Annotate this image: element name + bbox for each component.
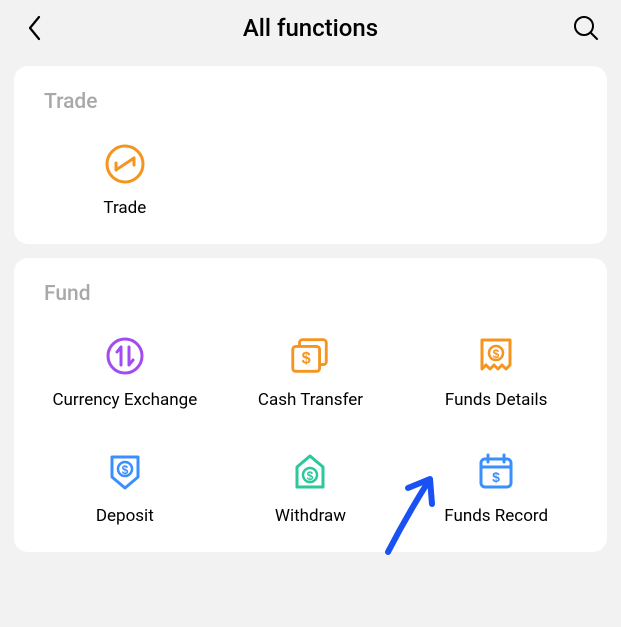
func-deposit[interactable]: $ Deposit xyxy=(32,450,218,526)
svg-text:$: $ xyxy=(307,469,314,483)
chevron-left-icon xyxy=(27,15,43,41)
search-button[interactable] xyxy=(569,11,603,45)
func-label: Funds Details xyxy=(445,390,548,410)
func-funds-record[interactable]: $ Funds Record xyxy=(403,450,589,526)
func-trade[interactable]: Trade xyxy=(32,142,218,218)
svg-text:$: $ xyxy=(492,469,500,485)
func-currency-exchange[interactable]: Currency Exchange xyxy=(32,334,218,410)
svg-text:$: $ xyxy=(493,347,500,361)
svg-text:$: $ xyxy=(121,463,128,477)
func-label: Funds Record xyxy=(444,506,548,526)
funds-record-icon: $ xyxy=(475,451,517,493)
back-button[interactable] xyxy=(18,11,52,45)
func-label: Withdraw xyxy=(275,506,346,526)
trade-section: Trade Trade xyxy=(14,66,607,244)
section-title-fund: Fund xyxy=(44,282,589,306)
svg-text:$: $ xyxy=(302,350,311,368)
func-cash-transfer[interactable]: $ Cash Transfer xyxy=(218,334,404,410)
trade-icon xyxy=(104,143,146,185)
func-label: Deposit xyxy=(96,506,154,526)
func-label: Currency Exchange xyxy=(52,390,197,410)
deposit-icon: $ xyxy=(104,451,146,493)
withdraw-icon: $ xyxy=(289,451,331,493)
currency-exchange-icon xyxy=(104,335,146,377)
fund-section: Fund Currency Exchange $ Cash Transfer xyxy=(14,258,607,552)
func-funds-details[interactable]: $ Funds Details xyxy=(403,334,589,410)
func-label: Trade xyxy=(103,198,146,218)
funds-details-icon: $ xyxy=(475,335,517,377)
header: All functions xyxy=(0,0,621,56)
func-withdraw[interactable]: $ Withdraw xyxy=(218,450,404,526)
func-label: Cash Transfer xyxy=(258,390,363,410)
section-title-trade: Trade xyxy=(44,90,589,114)
page-title: All functions xyxy=(52,14,569,42)
cash-transfer-icon: $ xyxy=(288,335,332,377)
search-icon xyxy=(572,14,600,42)
